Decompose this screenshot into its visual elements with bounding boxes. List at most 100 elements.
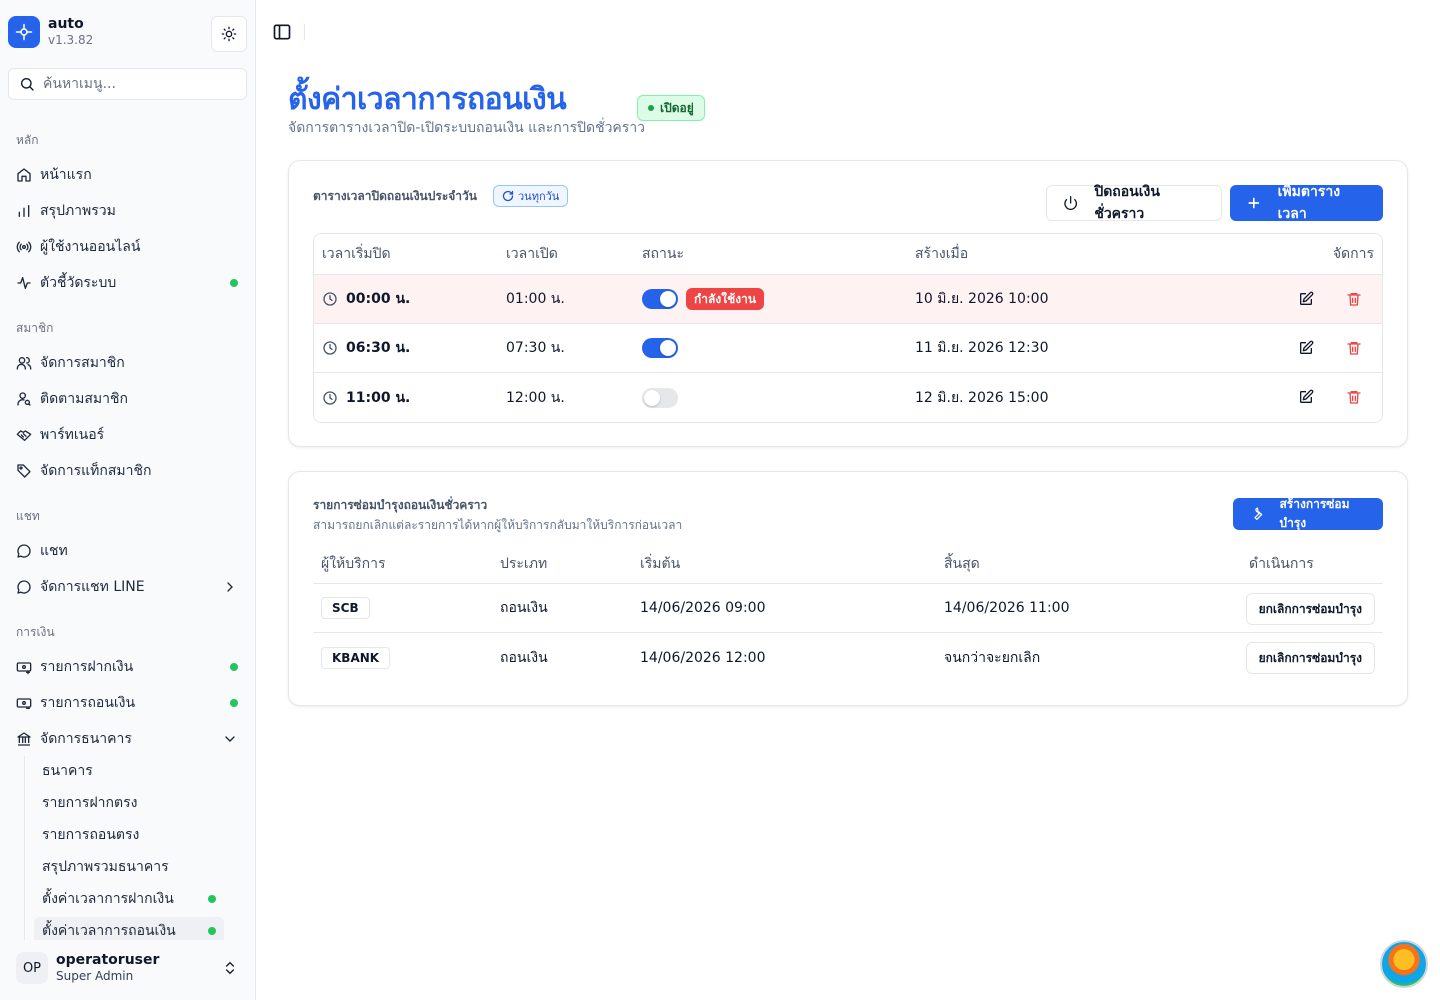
nav-deposits[interactable]: รายการฝากเงิน [8, 651, 248, 683]
edit-button[interactable] [1296, 387, 1316, 407]
nav-overview[interactable]: สรุปภาพรวม [8, 195, 248, 227]
tag-icon [16, 463, 32, 479]
sub-item-label: ตั้งค่าเวลาการฝากเงิน [42, 891, 174, 907]
schedule-card: ตารางเวลาปิดถอนเงินประจำวัน วนทุกวัน ปิด… [288, 160, 1408, 447]
nav-bank-management[interactable]: จัดการธนาคาร [8, 723, 248, 755]
sun-icon [221, 26, 237, 42]
sub-item-direct-deposits[interactable]: รายการฝากตรง [34, 789, 224, 817]
enable-toggle[interactable] [642, 338, 678, 358]
end-cell: 14/06/2026 11:00 [944, 600, 1070, 616]
enable-toggle[interactable] [642, 289, 678, 309]
end-time: 12:00 น. [506, 389, 565, 406]
nav-label: หน้าแรก [40, 167, 92, 183]
chat-icon [16, 579, 32, 595]
nav-member-tags[interactable]: จัดการแท็กสมาชิก [8, 455, 248, 487]
sub-item-banks[interactable]: ธนาคาร [34, 757, 224, 785]
app-name: auto [48, 16, 84, 32]
active-badge: กำลังใช้งาน [686, 288, 765, 310]
nav-label: พาร์ทเนอร์ [40, 427, 105, 443]
nav-online-users[interactable]: ผู้ใช้งานออนไลน์ [8, 231, 248, 263]
nav-label: ผู้ใช้งานออนไลน์ [40, 239, 141, 255]
sub-item-bank-overview[interactable]: สรุปภาพรวมธนาคาร [34, 853, 224, 881]
start-time: 11:00 น. [346, 389, 411, 406]
sub-item-deposit-schedule[interactable]: ตั้งค่าเวลาการฝากเงิน [34, 885, 224, 913]
end-cell: จนกว่าจะยกเลิก [944, 649, 1041, 666]
edit-icon [1300, 340, 1314, 354]
pause-withdraw-button[interactable]: ปิดถอนเงินชั่วคราว [1046, 184, 1222, 222]
sidebar-search-input[interactable] [43, 76, 233, 92]
nav-manage-members[interactable]: จัดการสมาชิก [8, 347, 248, 379]
cancel-maintenance-button[interactable]: ยกเลิกการซ่อมบำรุง [1245, 642, 1375, 674]
add-schedule-button[interactable]: เพิ่มตารางเวลา [1230, 184, 1383, 222]
status-badge: เปิดอยู่ [637, 95, 705, 121]
created-at: 12 มิ.ย. 2026 15:00 [915, 389, 1049, 406]
sidebar: auto v1.3.82 หลัก หน้าแรก สรุปภาพรวม ผู้… [0, 0, 256, 1000]
group-label-finance: การเงิน [16, 625, 55, 639]
toggle-knob [660, 291, 676, 307]
user-name: operatoruser [56, 952, 160, 968]
column-header: เวลาเริ่มปิด [322, 246, 391, 262]
start-time-cell: 06:30 น. [322, 324, 410, 372]
theme-toggle-button[interactable] [211, 16, 247, 52]
nav-chat[interactable]: แชท [8, 535, 248, 567]
status-dot [208, 927, 216, 935]
plus-icon [1248, 197, 1260, 209]
user-menu[interactable]: OP operatoruser Super Admin [8, 946, 248, 990]
brand[interactable]: auto v1.3.82 [8, 16, 93, 48]
page-subtitle: จัดการตารางเวลาปิด-เปิดระบบถอนเงิน และกา… [288, 120, 646, 136]
chevrons-up-down-icon [226, 961, 234, 975]
nav-line-chat[interactable]: จัดการแชท LINE [8, 571, 248, 603]
nav-withdrawals[interactable]: รายการถอนเงิน [8, 687, 248, 719]
status-dot [230, 699, 238, 707]
table-row: 11:00 น. 12:00 น. 12 มิ.ย. 2026 15:00 [314, 373, 1382, 422]
sub-item-withdraw-schedule[interactable]: ตั้งค่าเวลาการถอนเงิน [34, 917, 224, 940]
start-time-cell: 11:00 น. [322, 373, 410, 422]
sub-item-direct-withdrawals[interactable]: รายการถอนตรง [34, 821, 224, 849]
sidebar-search[interactable] [8, 68, 247, 100]
edit-button[interactable] [1296, 338, 1316, 358]
nav-label: รายการฝากเงิน [40, 659, 134, 675]
provider-cell: KBANK [321, 633, 391, 682]
maintenance-card: รายการซ่อมบำรุงถอนเงินชั่วคราว สามารถยกเ… [288, 471, 1408, 706]
nav-partners[interactable]: พาร์ทเนอร์ [8, 419, 248, 451]
trash-icon [1347, 293, 1361, 306]
nav-home[interactable]: หน้าแรก [8, 159, 248, 191]
status-cell [642, 373, 678, 422]
edit-button[interactable] [1296, 289, 1316, 309]
provider-badge: KBANK [321, 646, 391, 669]
withdraw-icon [16, 695, 32, 711]
pause-withdraw-label: ปิดถอนเงินชั่วคราว [1094, 184, 1160, 222]
floating-assistant-button[interactable] [1380, 940, 1428, 988]
repeat-badge-label: วนทุกวัน [518, 190, 560, 203]
delete-button[interactable] [1344, 338, 1364, 358]
group-label-members: สมาชิก [16, 321, 54, 335]
clock-icon [323, 341, 337, 355]
delete-button[interactable] [1344, 289, 1364, 309]
table-row: KBANK ถอนเงิน 14/06/2026 12:00 จนกว่าจะย… [313, 633, 1383, 682]
created-at: 11 มิ.ย. 2026 12:30 [915, 340, 1049, 356]
column-header: ผู้ให้บริการ [321, 555, 386, 572]
create-maintenance-button[interactable]: สร้างการซ่อมบำรุง [1233, 497, 1383, 530]
end-time: 07:30 น. [506, 340, 565, 356]
status-badge-label: เปิดอยู่ [660, 100, 694, 115]
table-header: ผู้ให้บริการ ประเภท เริ่มต้น สิ้นสุด ดำเ… [313, 544, 1383, 584]
enable-toggle[interactable] [642, 387, 678, 408]
trash-icon [1347, 342, 1361, 355]
chevron-right-icon [227, 582, 233, 592]
table-row: 06:30 น. 07:30 น. 11 มิ.ย. 2026 12:30 [314, 324, 1382, 373]
sidebar-toggle-button[interactable] [272, 22, 292, 42]
type-cell: ถอนเงิน [500, 649, 548, 666]
user-search-icon [16, 391, 32, 407]
app-logo-icon [8, 16, 40, 48]
nav-system-metrics[interactable]: ตัวชี้วัดระบบ [8, 267, 248, 299]
cancel-maintenance-button[interactable]: ยกเลิกการซ่อมบำรุง [1245, 593, 1375, 625]
divider [304, 24, 305, 40]
clock-icon [323, 390, 337, 405]
start-cell: 14/06/2026 12:00 [640, 649, 766, 666]
group-label-main: หลัก [16, 133, 39, 147]
nav-track-members[interactable]: ติดตามสมาชิก [8, 383, 248, 415]
bank-submenu: ธนาคาร รายการฝากตรง รายการถอนตรง สรุปภาพ… [24, 756, 224, 940]
panel-left-icon [273, 24, 291, 40]
delete-button[interactable] [1344, 387, 1364, 407]
avatar: OP [16, 952, 48, 984]
